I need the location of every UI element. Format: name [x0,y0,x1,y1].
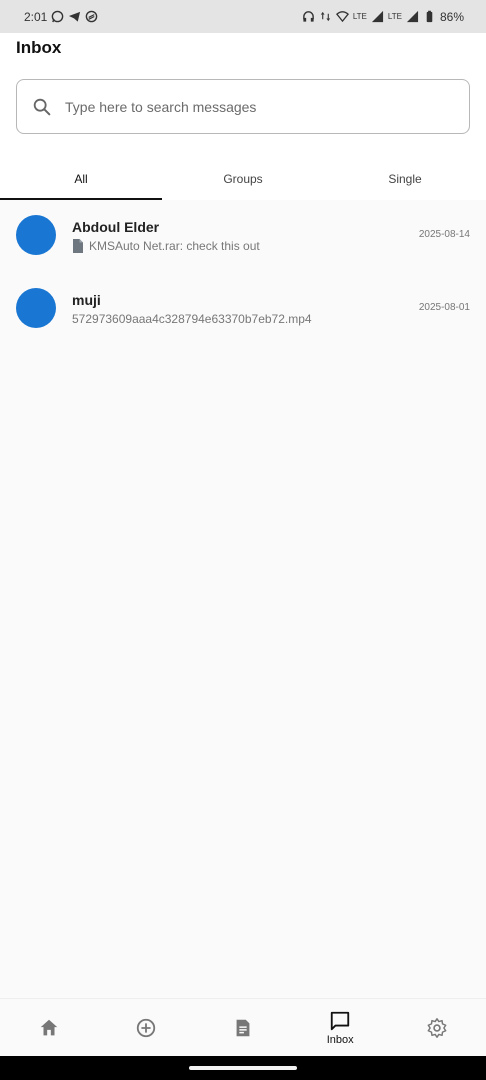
nav-settings[interactable] [389,999,486,1056]
nav-inbox[interactable]: Inbox [292,999,389,1056]
nav-home[interactable] [0,999,97,1056]
conversation-name: muji [72,292,101,308]
status-time: 2:01 [24,9,48,24]
battery-percent: 86% [439,9,464,24]
conversation-row[interactable]: muji 572973609aaa4c328794e63370b7eb72.mp… [0,273,486,346]
preview-text: KMSAuto Net.rar: check this out [89,239,260,253]
telegram-icon [69,11,81,22]
signal-icon [406,10,419,23]
settings-icon [427,1017,447,1038]
tab-groups[interactable]: Groups [162,157,324,200]
tab-bar: All Groups Single [0,157,486,200]
file-icon [73,239,83,253]
preview-text: 572973609aaa4c328794e63370b7eb72.mp4 [72,312,312,326]
data-arrows-icon [320,11,330,22]
add-circle-icon [136,1018,155,1037]
whatsapp-icon [52,10,64,23]
headphones-icon [302,11,314,22]
lte-label: LTE [352,12,367,21]
tab-single[interactable]: Single [324,157,486,200]
tab-all[interactable]: All [0,157,162,200]
gesture-bar [0,1056,486,1080]
search-input[interactable]: Type here to search messages [16,79,470,134]
search-icon [33,98,51,115]
signal-icon [371,10,383,23]
conversation-name: Abdoul Elder [72,219,160,235]
status-bar: 2:01 LTE LTE 86% [0,0,486,33]
header: Inbox Type here to search messages All G… [0,33,486,200]
conversation-date: 2025-08-01 [418,302,470,313]
page-title: Inbox [16,38,62,57]
conversation-preview: KMSAuto Net.rar: check this out [72,239,260,253]
conversation-list: Abdoul Elder KMSAuto Net.rar: check this… [0,200,486,346]
document-icon [236,1019,250,1036]
lte-label-2: LTE [387,12,402,21]
home-gesture-handle[interactable] [189,1066,297,1070]
home-icon [40,1019,57,1035]
nav-inbox-label: Inbox [326,1033,354,1046]
status-bar-left: 2:01 [24,10,98,24]
avatar [16,288,56,328]
conversation-date: 2025-08-14 [418,229,470,240]
conversation-row[interactable]: Abdoul Elder KMSAuto Net.rar: check this… [0,200,486,273]
conversation-preview: 572973609aaa4c328794e63370b7eb72.mp4 [72,312,312,326]
nav-documents[interactable] [194,999,291,1056]
avatar [16,215,56,255]
battery-icon [426,10,433,23]
status-bar-right: LTE LTE 86% [302,10,464,24]
wifi-icon [335,11,349,23]
nav-add[interactable] [97,999,194,1056]
bottom-nav: Inbox [0,998,486,1056]
chat-icon [331,1011,350,1030]
app-icon [86,10,98,23]
search-placeholder: Type here to search messages [65,98,257,115]
